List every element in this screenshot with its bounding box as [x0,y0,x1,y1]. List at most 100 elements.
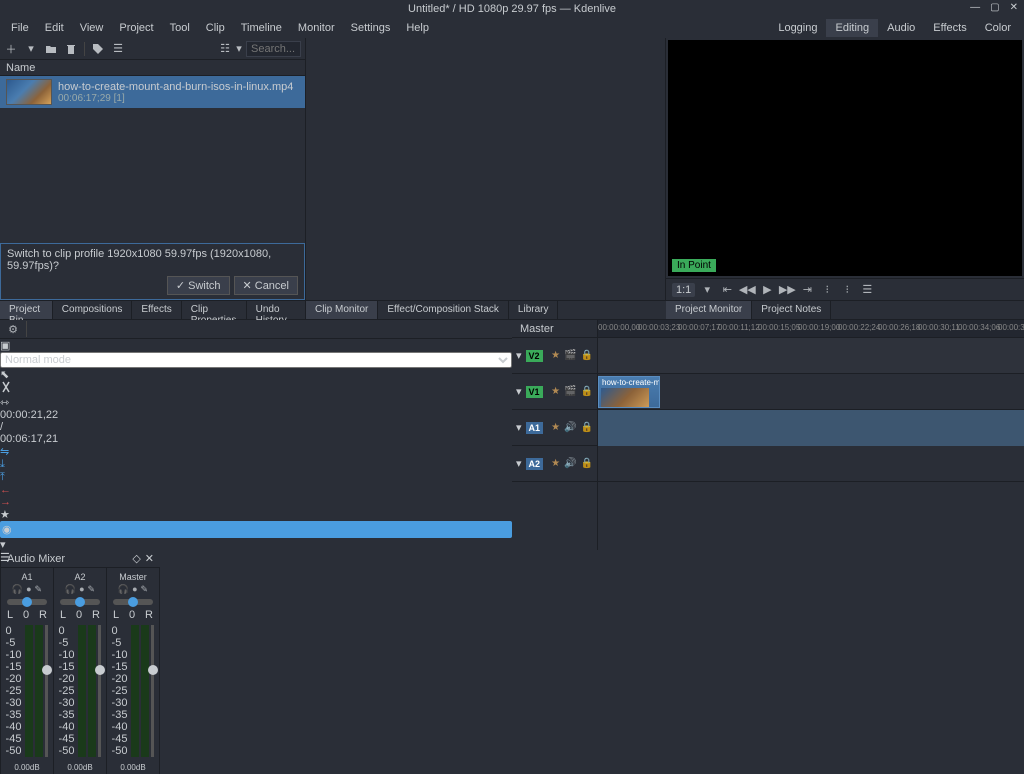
timeline-tracks-area[interactable]: 00:00:00,0000:00:03;2300:00:07;1700:00:1… [598,320,1024,550]
rec-icon[interactable]: ✎ [141,584,149,595]
layout-tab-audio[interactable]: Audio [878,19,924,37]
mute-video-icon[interactable]: 🎬 [564,350,576,361]
track-head-a2[interactable]: ▾A2★🔊🔒 [512,446,597,482]
extract-icon[interactable]: ← [0,484,512,496]
add-clip-button[interactable]: ＋ [4,42,18,56]
volume-slider[interactable] [151,625,154,757]
cancel-button[interactable]: ✕Cancel [234,276,298,295]
layout-tab-effects[interactable]: Effects [924,19,975,37]
pan-slider[interactable] [7,599,47,605]
view-mode-button[interactable]: ☷ [218,42,232,56]
fav-icon[interactable]: ★ [551,458,560,469]
track-a2-row[interactable] [598,446,1024,482]
maximize-button[interactable]: ▢ [990,2,999,13]
rec-icon[interactable]: ✎ [35,584,43,595]
lock-icon[interactable]: 🔒 [581,458,593,469]
track-head-a1[interactable]: ▾A1★🔊🔒 [512,410,597,446]
mute-audio-icon[interactable]: 🔊 [564,422,576,433]
search-input[interactable] [246,41,301,57]
fav-icon[interactable]: ★ [551,350,560,361]
tab-clip-monitor[interactable]: Clip Monitor [306,301,378,319]
options-button[interactable]: ☰ [111,42,125,56]
timeline-ruler[interactable]: 00:00:00,0000:00:03;2300:00:07;1700:00:1… [598,320,1024,338]
tab-undo-history[interactable]: Undo History [247,301,306,319]
lock-icon[interactable]: 🔒 [581,350,593,361]
volume-slider[interactable] [45,625,48,757]
zone-in-button[interactable]: ⁝ [819,282,835,298]
tab-effects[interactable]: Effects [132,301,181,319]
view-dropdown-icon[interactable]: ▾ [232,42,246,56]
preview-render-button[interactable]: ◉ [0,521,512,538]
scale-button[interactable]: 1:1 [672,283,695,297]
scale-dropdown-icon[interactable]: ▾ [699,282,715,298]
track-head-v2[interactable]: ▾V2★🎬🔒 [512,338,597,374]
mixer-close-button[interactable]: ✕ [145,552,154,565]
track-head-v1[interactable]: ▾V1★🎬🔒 [512,374,597,410]
timecode-position[interactable]: 00:00:21,22 [0,409,512,421]
mute-audio-icon[interactable]: 🔊 [564,458,576,469]
fav-icon[interactable]: ★ [551,422,560,433]
lift-icon[interactable]: → [0,496,512,508]
track-compositing-button[interactable]: ▣ [0,339,512,352]
mute-video-icon[interactable]: 🎬 [564,386,576,397]
edit-mode-select[interactable]: Normal mode [0,352,512,368]
play-button[interactable]: ▶ [759,282,775,298]
layout-tab-color[interactable]: Color [976,19,1020,37]
tab-project-bin[interactable]: Project Bin [0,301,53,319]
mixer-float-button[interactable]: ◇ [132,552,140,565]
timeline-clip[interactable]: how-to-create-mount-and-burn-isos-in-lin… [598,376,660,408]
solo-icon[interactable]: ● [79,584,84,595]
lock-icon[interactable]: 🔒 [581,422,593,433]
tool-razor-button[interactable] [0,381,512,396]
menu-help[interactable]: Help [399,20,436,36]
menu-monitor[interactable]: Monitor [291,20,342,36]
menu-timeline[interactable]: Timeline [234,20,289,36]
expand-icon[interactable]: ▾ [516,385,522,398]
volume-slider[interactable] [98,625,101,757]
add-dropdown-icon[interactable]: ▾ [24,42,38,56]
pan-slider[interactable] [60,599,100,605]
expand-icon[interactable]: ▾ [516,457,522,470]
rewind-button[interactable]: ◀◀ [739,282,755,298]
new-folder-button[interactable] [44,42,58,56]
menu-tool[interactable]: Tool [163,20,197,36]
switch-button[interactable]: ✓Switch [167,276,230,295]
timeline-audio-clip[interactable] [598,410,1024,446]
minimize-button[interactable]: — [970,2,980,13]
layout-tab-logging[interactable]: Logging [769,19,826,37]
mute-icon[interactable]: 🎧 [12,584,23,595]
tag-button[interactable] [91,42,105,56]
menu-settings[interactable]: Settings [344,20,398,36]
lock-icon[interactable]: 🔒 [581,386,593,397]
fav-icon[interactable]: ★ [551,386,560,397]
tab-project-notes[interactable]: Project Notes [752,301,831,319]
menu-project[interactable]: Project [112,20,160,36]
next-keyframe-button[interactable]: ⇥ [799,282,815,298]
prev-keyframe-button[interactable]: ⇤ [719,282,735,298]
pan-slider[interactable] [113,599,153,605]
tool-spacer-button[interactable]: ⇿ [0,396,512,409]
mix-button[interactable]: ⇋ [0,445,512,458]
menu-view[interactable]: View [73,20,111,36]
monitor-options-icon[interactable]: ☰ [859,282,875,298]
track-v1-row[interactable]: how-to-create-mount-and-burn-isos-in-lin… [598,374,1024,410]
rec-icon[interactable]: ✎ [88,584,96,595]
tab-project-monitor[interactable]: Project Monitor [666,301,752,319]
expand-icon[interactable]: ▾ [516,349,522,362]
timeline-settings-button[interactable]: ⚙ [4,320,22,338]
zone-in-icon[interactable]: ⤓ [0,458,512,471]
solo-icon[interactable]: ● [132,584,137,595]
mute-icon[interactable]: 🎧 [118,584,129,595]
delete-clip-button[interactable] [64,42,78,56]
solo-icon[interactable]: ● [26,584,31,595]
mute-icon[interactable]: 🎧 [65,584,76,595]
overwrite-icon[interactable]: ⤒ [0,471,512,484]
bin-column-header[interactable]: Name [0,60,305,76]
menu-edit[interactable]: Edit [38,20,71,36]
expand-icon[interactable]: ▾ [516,421,522,434]
layout-tab-editing[interactable]: Editing [826,19,878,37]
monitor-viewport[interactable]: In Point [668,40,1022,276]
tab-effect/composition-stack[interactable]: Effect/Composition Stack [378,301,509,319]
menu-file[interactable]: File [4,20,36,36]
tab-compositions[interactable]: Compositions [53,301,133,319]
